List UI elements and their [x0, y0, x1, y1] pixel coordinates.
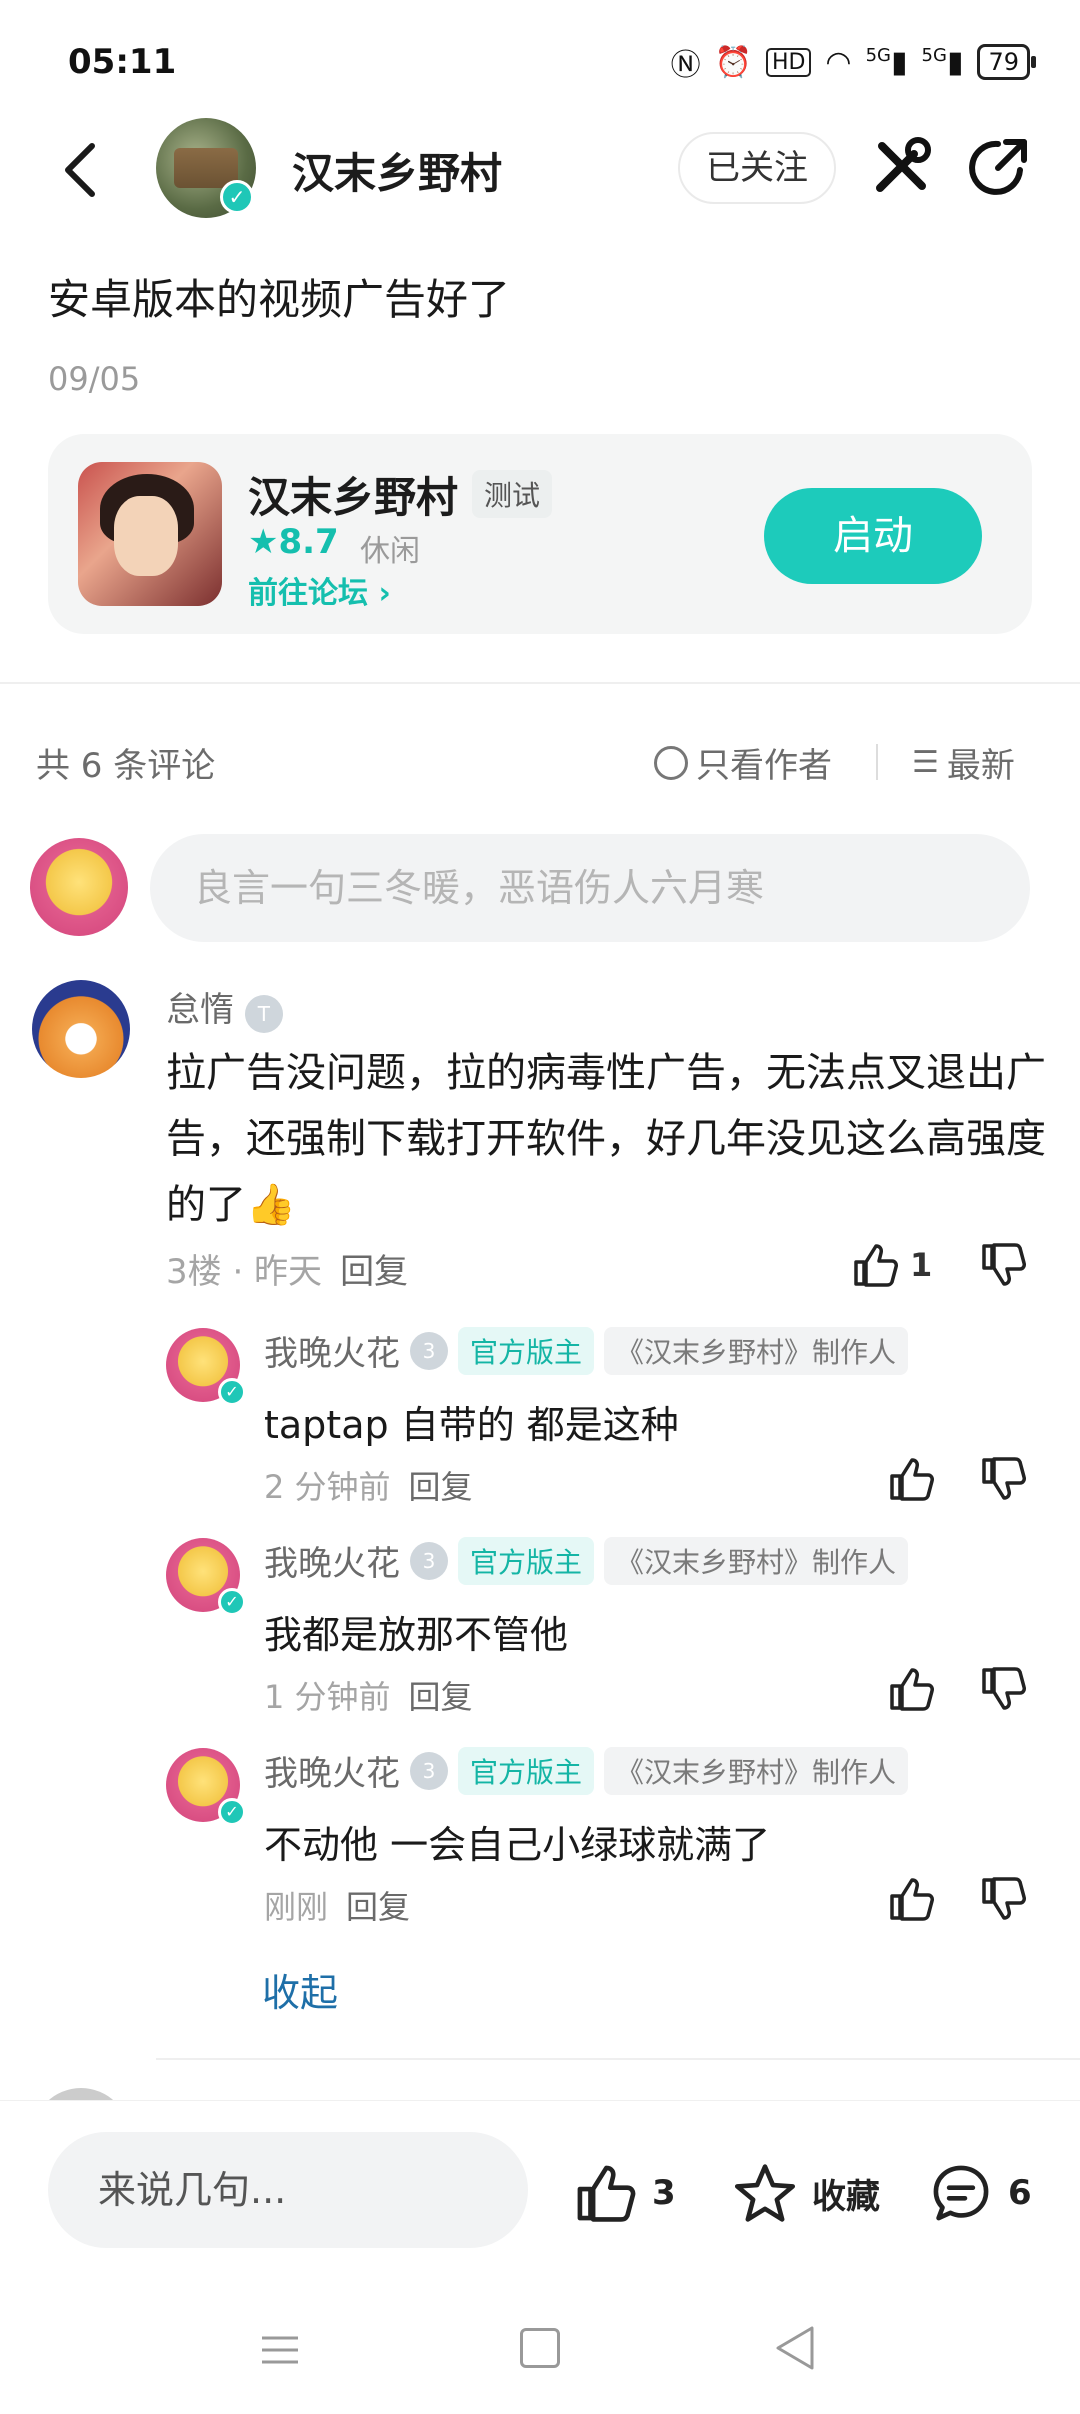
chevron-right-icon: › [378, 576, 391, 611]
thumbs-down-icon[interactable] [978, 1240, 1028, 1290]
follow-button[interactable]: 已关注 [678, 132, 836, 204]
radio-icon [654, 745, 688, 780]
reply-button[interactable]: 回复 [346, 1888, 410, 1926]
launch-button[interactable]: 启动 [764, 488, 982, 584]
thumbs-up-icon [854, 1244, 898, 1287]
maker-tag: 《汉末乡野村》制作人 [604, 1326, 909, 1375]
header-title[interactable]: 汉末乡野村 [292, 140, 502, 201]
sort-icon: ☰ [912, 745, 939, 780]
game-icon[interactable] [78, 462, 222, 606]
moderator-tag: 官方版主 [458, 1326, 595, 1375]
level-badge-icon: T [244, 995, 283, 1033]
reply-user[interactable]: 我晚火花 3 官方版主 《汉末乡野村》制作人 [264, 1746, 909, 1795]
status-icons: Ⓝ ⏰ HD ◠ 5G▮ 5G▮ 79 [670, 40, 1036, 84]
my-avatar [30, 838, 128, 936]
comment-text: 拉广告没问题，拉的病毒性广告，无法点叉退出广告，还强制下载打开软件，好几年没见这… [166, 1050, 1046, 1228]
separator [876, 744, 878, 780]
say-input[interactable]: 来说几句... [48, 2132, 528, 2248]
reply-button[interactable]: 回复 [409, 1468, 473, 1506]
wifi-icon: ◠ [825, 44, 852, 80]
verified-icon: ✓ [218, 1378, 246, 1406]
maker-tag: 《汉末乡野村》制作人 [604, 1536, 909, 1585]
level-badge-icon: 3 [410, 1331, 448, 1370]
comment-input[interactable]: 良言一句三冬暖，恶语伤人六月寒 [150, 834, 1030, 942]
verified-icon: ✓ [220, 180, 254, 214]
genre: 休闲 [360, 534, 420, 569]
thumbs-up-icon[interactable] [886, 1874, 936, 1924]
comment-meta: 3楼 · 昨天 回复 [166, 1252, 409, 1292]
reply-text: 不动他 一会自己小绿球就满了 [264, 1823, 771, 1867]
collapse-button[interactable]: 收起 [262, 1962, 338, 2017]
thumbs-up-icon[interactable] [886, 1664, 936, 1714]
battery-icon: 79 [977, 44, 1036, 80]
reply-button[interactable]: 回复 [340, 1252, 408, 1292]
comment-user[interactable]: 怠惰 T [166, 982, 283, 1033]
reply-meta: 刚刚 回复 [264, 1888, 411, 1926]
star-icon: ★ [248, 522, 279, 562]
status-bar: 05:11 Ⓝ ⏰ HD ◠ 5G▮ 5G▮ 79 [0, 0, 1080, 120]
home-icon[interactable] [520, 2328, 560, 2368]
thumbs-down-icon[interactable] [978, 1874, 1028, 1924]
reply-user[interactable]: 我晚火花 3 官方版主 《汉末乡野村》制作人 [264, 1536, 909, 1585]
thumbs-down-icon[interactable] [978, 1664, 1028, 1714]
reply-user[interactable]: 我晚火花 3 官方版主 《汉末乡野村》制作人 [264, 1326, 909, 1375]
moderator-tag: 官方版主 [458, 1536, 595, 1585]
thumbs-up-icon[interactable] [886, 1454, 936, 1504]
divider [0, 682, 1080, 684]
share-icon[interactable] [966, 136, 1030, 200]
menu-icon[interactable] [258, 2328, 302, 2372]
reply-meta: 2 分钟前 回复 [264, 1468, 473, 1506]
hd-icon: HD [765, 47, 812, 77]
tools-icon[interactable] [870, 136, 932, 198]
favorite-button[interactable]: 收藏 [732, 2160, 880, 2226]
reply-meta: 1 分钟前 回复 [264, 1678, 473, 1716]
alarm-icon: ⏰ [714, 44, 752, 80]
verified-icon: ✓ [218, 1798, 246, 1826]
level-badge-icon: 3 [410, 1541, 448, 1580]
verified-icon: ✓ [218, 1588, 246, 1616]
maker-tag: 《汉末乡野村》制作人 [604, 1746, 909, 1795]
avatar[interactable] [32, 980, 130, 1078]
reply-text: taptap 自带的 都是这种 [264, 1403, 679, 1447]
comment-like[interactable]: 1 [850, 1240, 932, 1290]
reply-text: 我都是放那不管他 [264, 1613, 569, 1657]
level-badge-icon: 3 [410, 1751, 448, 1790]
comment-count: 共 6 条评论 [36, 746, 216, 786]
author-only-toggle[interactable]: 只看作者 [654, 738, 832, 787]
moderator-tag: 官方版主 [458, 1746, 595, 1795]
status-time: 05:11 [68, 42, 177, 82]
signal-5g-icon: 5G▮ [865, 44, 908, 80]
like-button[interactable]: 3 [572, 2160, 676, 2226]
post-date: 09/05 [48, 360, 141, 398]
signal-5g-icon-2: 5G▮ [921, 44, 964, 80]
comments-button[interactable]: 6 [928, 2160, 1032, 2226]
nfc-icon: Ⓝ [670, 48, 701, 83]
reply-button[interactable]: 回复 [409, 1678, 473, 1716]
test-tag: 测试 [472, 470, 553, 518]
game-name[interactable]: 汉末乡野村 [248, 464, 458, 525]
back-icon[interactable] [58, 140, 102, 200]
star-icon [734, 2164, 796, 2222]
thumbs-up-icon [577, 2165, 636, 2222]
thumbs-down-icon[interactable] [978, 1454, 1028, 1504]
post-title: 安卓版本的视频广告好了 [48, 275, 511, 324]
comment-icon [933, 2165, 989, 2221]
sort-button[interactable]: ☰ 最新 [912, 738, 1015, 787]
divider [156, 2058, 1080, 2060]
forum-link[interactable]: 前往论坛 › [248, 568, 391, 612]
nav-back-icon[interactable] [772, 2322, 816, 2374]
rating: ★8.7 [248, 522, 339, 562]
